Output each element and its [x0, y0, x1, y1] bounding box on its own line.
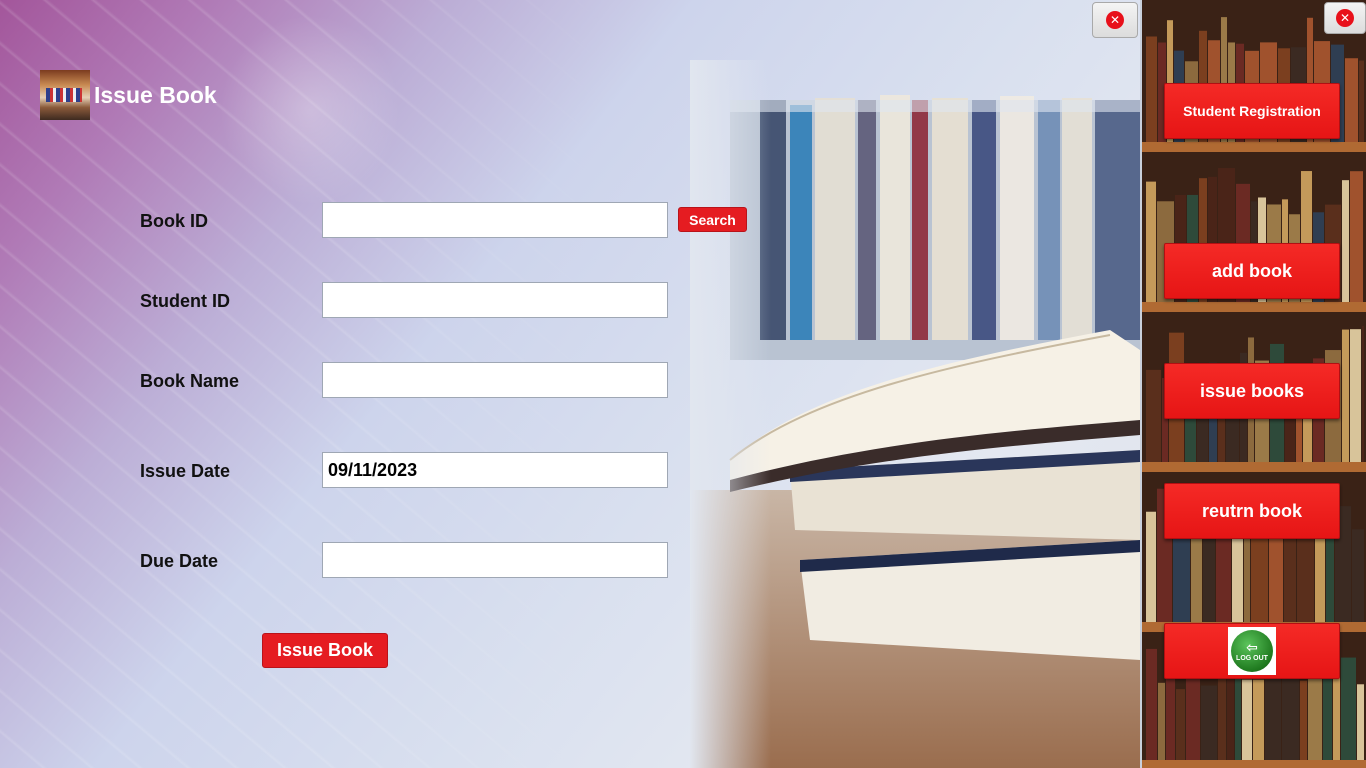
- book-name-label: Book Name: [140, 371, 240, 391]
- book-thumbnail-icon: [40, 70, 90, 120]
- books-background-image: [690, 60, 1140, 768]
- add-book-button[interactable]: add book: [1164, 243, 1340, 299]
- search-button[interactable]: Search: [678, 207, 747, 232]
- logout-icon: ⇦ LOG OUT: [1228, 627, 1276, 675]
- logout-button[interactable]: ⇦ LOG OUT: [1164, 623, 1340, 679]
- logout-arrow-icon: ⇦: [1246, 638, 1258, 655]
- due-date-input[interactable]: [322, 542, 668, 578]
- return-book-button[interactable]: reutrn book: [1164, 483, 1340, 539]
- window-title-row: Issue Book: [40, 70, 217, 120]
- close-icon: ✕: [1336, 9, 1354, 27]
- issue-date-label: Issue Date: [140, 461, 231, 481]
- book-id-label: Book ID: [140, 211, 209, 231]
- close-window-button[interactable]: ✕: [1092, 2, 1138, 38]
- due-date-label: Due Date: [140, 551, 219, 571]
- page-title: Issue Book: [94, 81, 217, 108]
- issue-book-button[interactable]: Issue Book: [262, 633, 388, 668]
- logout-label: LOG OUT: [1236, 654, 1268, 662]
- book-id-input[interactable]: [322, 202, 668, 238]
- student-id-label: Student ID: [140, 291, 230, 311]
- issue-date-input[interactable]: [322, 452, 668, 488]
- close-icon: ✕: [1106, 11, 1124, 29]
- navigation-panel: ✕ Student Registration add book issue bo…: [1140, 0, 1366, 768]
- student-registration-button[interactable]: Student Registration: [1164, 83, 1340, 139]
- student-id-input[interactable]: [322, 282, 668, 318]
- book-name-input[interactable]: [322, 362, 668, 398]
- issue-books-button[interactable]: issue books: [1164, 363, 1340, 419]
- issue-book-window: Issue Book ✕ Book ID Search Student ID B…: [0, 0, 1140, 768]
- close-panel-button[interactable]: ✕: [1324, 2, 1366, 34]
